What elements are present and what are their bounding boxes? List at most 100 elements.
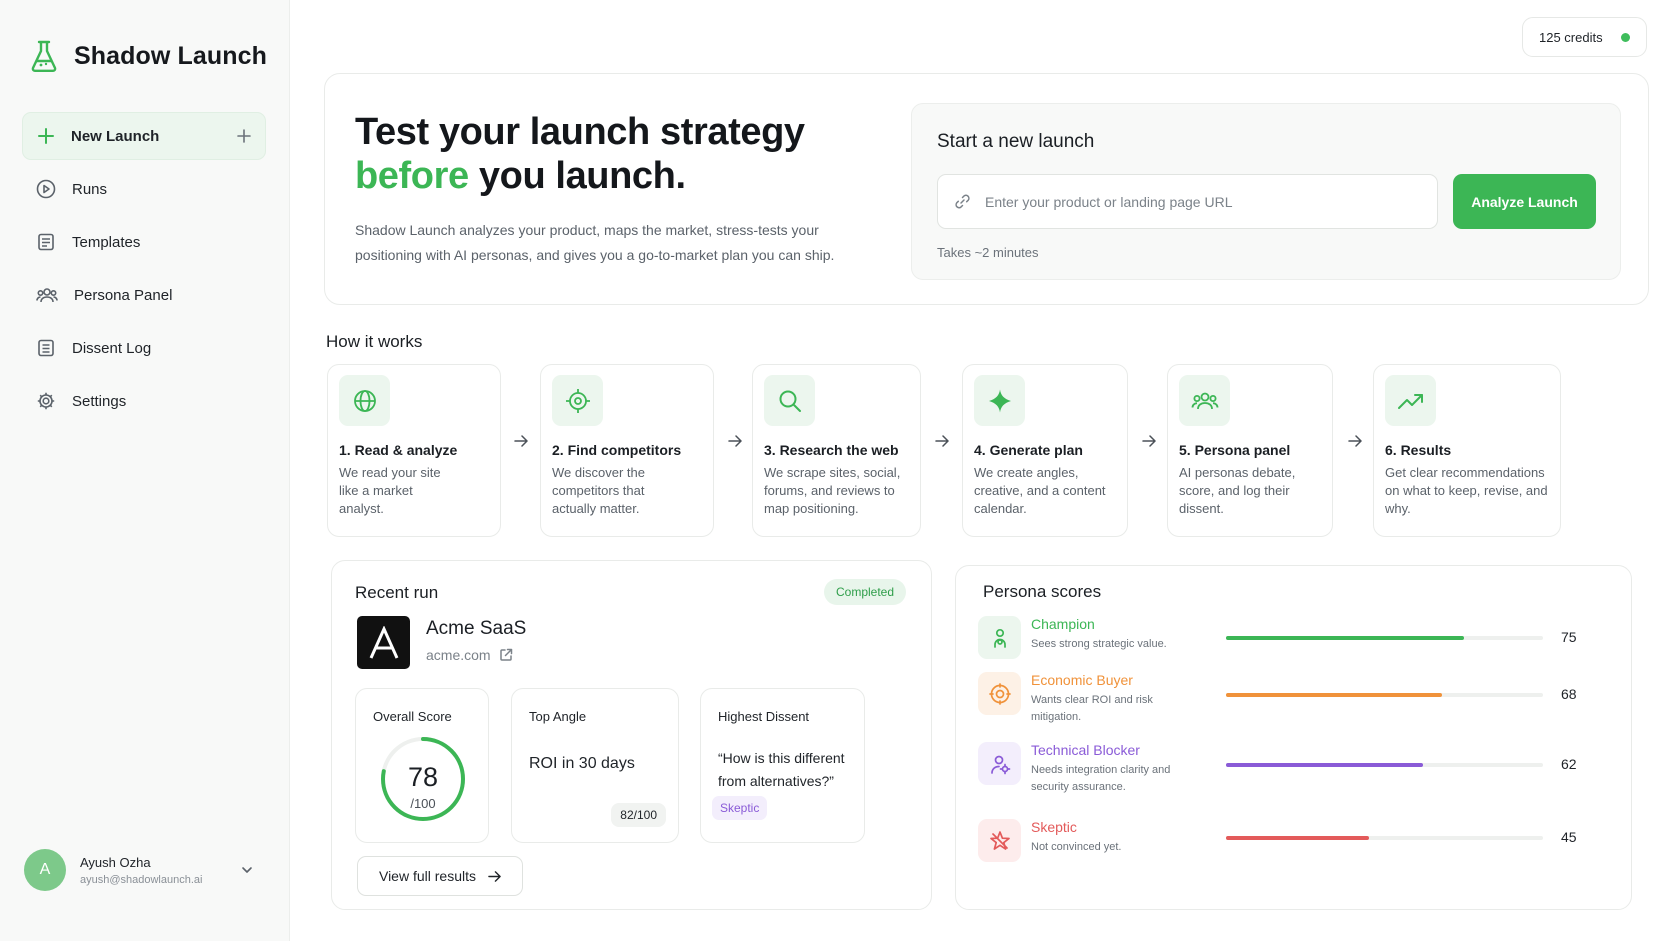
view-full-results-button[interactable]: View full results xyxy=(357,856,523,896)
score-bar xyxy=(1226,693,1543,697)
step-description: AI personas debate, score, and log their… xyxy=(1179,465,1296,516)
gear-icon xyxy=(36,391,56,411)
step-card: 6. Results Get clear recommendations on … xyxy=(1373,364,1561,537)
hero-title-line1: Test your launch strategy xyxy=(355,111,805,153)
chevron-down-icon[interactable] xyxy=(240,863,254,877)
flask-logo-icon xyxy=(30,40,58,72)
arrow-right-icon xyxy=(488,870,501,883)
hero-card: Test your launch strategy before you lau… xyxy=(324,73,1649,305)
recent-run-title: Recent run xyxy=(355,583,439,602)
credits-status-dot xyxy=(1621,32,1630,42)
user-email: ayush@shadowlaunch.ai xyxy=(80,873,203,886)
hero-title-accent: before xyxy=(355,155,469,197)
hero-title-rest: you launch. xyxy=(468,155,686,197)
user-name: Ayush Ozha xyxy=(80,854,151,870)
sidebar-item-label: Templates xyxy=(72,233,141,251)
highest-dissent-card: Highest Dissent “How is this different f… xyxy=(700,688,865,843)
persona-description: Sees strong strategic value. xyxy=(1031,638,1167,650)
score-bar-fill xyxy=(1226,693,1442,697)
step-description: We discover the competitors that actuall… xyxy=(552,465,645,516)
sidebar-item-settings[interactable]: Settings xyxy=(22,377,266,425)
score-ring: 78 /100 xyxy=(380,736,466,822)
score-bar xyxy=(1226,763,1543,767)
persona-description: Wants clear ROI and risk mitigation. xyxy=(1031,694,1153,723)
brand[interactable]: Shadow Launch xyxy=(30,40,267,72)
step-title: 6. Results xyxy=(1385,442,1452,458)
template-icon xyxy=(36,232,56,252)
add-launch-icon[interactable] xyxy=(237,129,251,143)
product-logo xyxy=(357,616,410,669)
step-card: 5. Persona panel AI personas debate, sco… xyxy=(1167,364,1333,537)
status-badge: Completed xyxy=(824,579,907,605)
duration-note: Takes ~2 minutes xyxy=(937,245,1039,260)
step-description: We scrape sites, social, forums, and rev… xyxy=(764,465,901,516)
score-bar-fill xyxy=(1226,836,1369,840)
search-icon xyxy=(764,375,815,426)
step-title: 4. Generate plan xyxy=(974,442,1083,458)
step-title: 3. Research the web xyxy=(764,442,899,458)
user-gear-icon xyxy=(978,742,1021,785)
sidebar-item-templates[interactable]: Templates xyxy=(22,218,266,266)
link-icon xyxy=(954,193,971,210)
persona-tag: Skeptic xyxy=(712,796,768,820)
score-bar-fill xyxy=(1226,763,1423,767)
users-icon xyxy=(1179,375,1230,426)
score-bar xyxy=(1226,636,1543,640)
product-url-link[interactable]: acme.com xyxy=(426,647,513,663)
persona-score: 68 xyxy=(1561,686,1577,702)
persona-score: 75 xyxy=(1561,629,1577,645)
new-launch-card: Start a new launch Analyze Launch Takes … xyxy=(911,103,1621,280)
persona-scores-title: Persona scores xyxy=(983,582,1102,601)
url-input[interactable] xyxy=(985,193,1421,210)
external-link-icon xyxy=(499,648,513,662)
recent-run-card: Recent run Completed Acme SaaS acme.com … xyxy=(331,560,932,910)
analyze-launch-button[interactable]: Analyze Launch xyxy=(1453,174,1596,229)
user-info: Ayush Ozha ayush@shadowlaunch.ai xyxy=(80,855,202,886)
globe-icon xyxy=(339,375,390,426)
new-launch-title: Start a new launch xyxy=(937,131,1095,152)
log-icon xyxy=(36,338,56,358)
user-menu[interactable]: A Ayush Ozha ayush@shadowlaunch.ai xyxy=(22,845,266,895)
skeptic-icon xyxy=(978,819,1021,862)
credits-badge[interactable]: 125 credits xyxy=(1522,17,1647,57)
step-title: 1. Read & analyze xyxy=(339,442,458,458)
sidebar-item-new-launch[interactable]: New Launch xyxy=(22,112,266,160)
sidebar-item-dissent-log[interactable]: Dissent Log xyxy=(22,324,266,372)
step-description: Get clear recommendations on what to kee… xyxy=(1385,465,1548,516)
persona-description: Needs integration clarity and security a… xyxy=(1031,764,1171,793)
top-angle-card: Top Angle ROI in 30 days 82/100 xyxy=(511,688,679,843)
arrow-right-icon xyxy=(1348,434,1362,448)
persona-scores-card: Persona scores Champion Sees strong stra… xyxy=(955,565,1632,910)
sparkle-icon xyxy=(974,375,1025,426)
step-card: 2. Find competitors We discover the comp… xyxy=(540,364,714,537)
sidebar-item-label: New Launch xyxy=(71,127,160,145)
top-angle-label: Top Angle xyxy=(529,709,587,724)
arrow-right-icon xyxy=(935,434,949,448)
champion-icon xyxy=(978,616,1021,659)
sidebar-item-runs[interactable]: Runs xyxy=(22,165,266,213)
sidebar-item-label: Runs xyxy=(72,180,108,198)
app-name: Shadow Launch xyxy=(74,41,267,70)
arrow-right-icon xyxy=(1142,434,1156,448)
step-description: We read your site like a market analyst. xyxy=(339,465,441,516)
persona-description: Not convinced yet. xyxy=(1031,841,1122,853)
sidebar-item-persona-panel[interactable]: Persona Panel xyxy=(22,271,266,319)
top-angle-score: 82/100 xyxy=(611,803,666,827)
avatar: A xyxy=(24,849,66,891)
credits-label: 125 credits xyxy=(1539,29,1603,45)
sidebar-item-label: Settings xyxy=(72,392,127,410)
users-icon xyxy=(36,285,58,305)
url-field[interactable] xyxy=(937,174,1438,229)
hero-description: Shadow Launch analyzes your product, map… xyxy=(355,222,835,263)
persona-name: Economic Buyer xyxy=(1031,672,1133,688)
sidebar-nav: New Launch Runs Templates Persona Panel xyxy=(22,112,266,430)
top-angle-value: ROI in 30 days xyxy=(529,755,635,772)
overall-score-value: 78 xyxy=(407,762,439,792)
step-card: 1. Read & analyze We read your site like… xyxy=(327,364,501,537)
product-url: acme.com xyxy=(426,647,491,663)
persona-name: Technical Blocker xyxy=(1031,742,1140,758)
trend-up-icon xyxy=(1385,375,1436,426)
play-circle-icon xyxy=(36,179,56,199)
sidebar-item-label: Persona Panel xyxy=(74,286,173,304)
score-bar xyxy=(1226,836,1543,840)
